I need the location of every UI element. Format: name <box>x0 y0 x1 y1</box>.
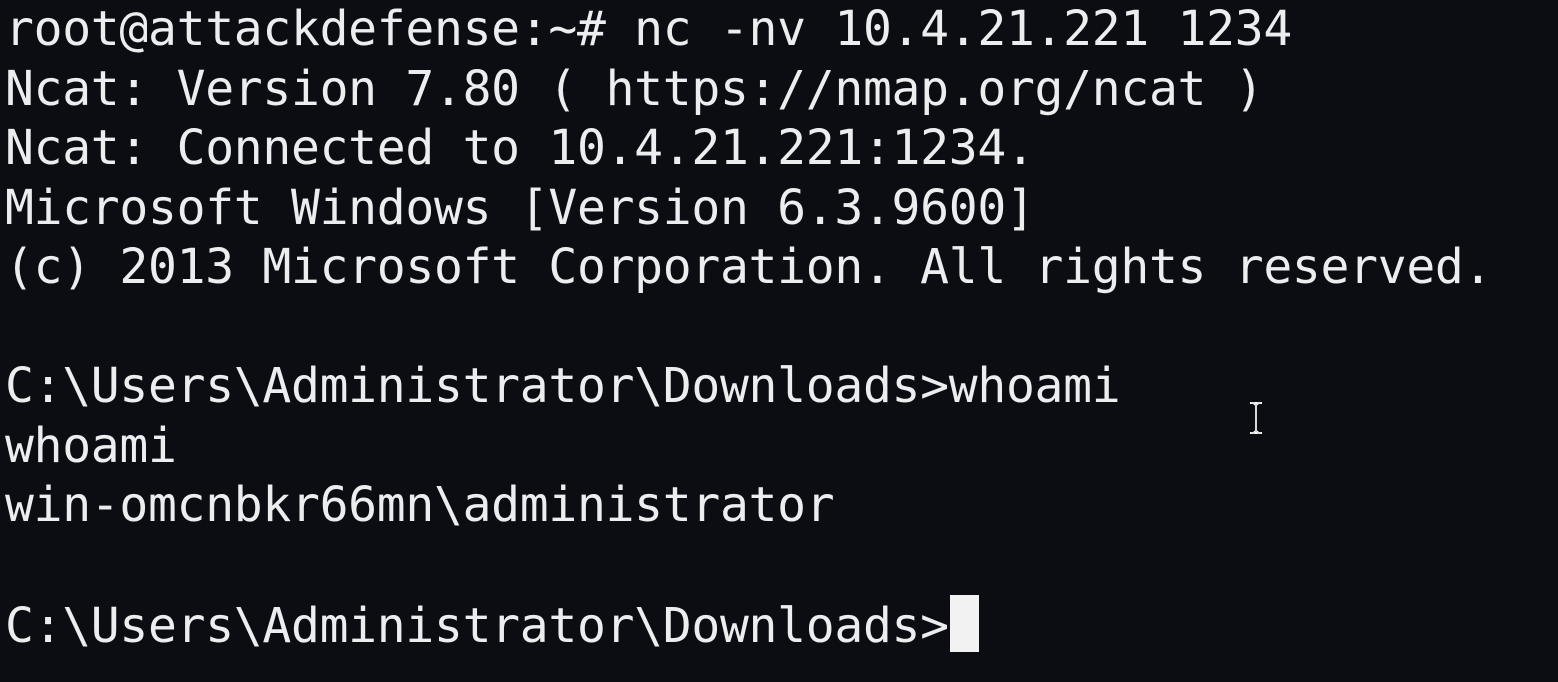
terminal-line: Microsoft Windows [Version 6.3.9600] <box>5 179 1035 236</box>
terminal-line: (c) 2013 Microsoft Corporation. All righ… <box>5 239 1493 295</box>
terminal-line: Ncat: Version 7.80 ( https://nmap.org/nc… <box>5 60 1264 117</box>
text-ibeam-icon <box>1250 402 1262 434</box>
terminal-line: C:\Users\Administrator\Downloads>whoami <box>5 358 1121 414</box>
terminal-line: whoami <box>5 417 177 474</box>
terminal-line: root@attackdefense:~# nc -nv 10.4.21.221… <box>5 1 1292 57</box>
terminal-line: win-omcnbkr66mn\administrator <box>5 477 835 533</box>
terminal-line: Ncat: Connected to 10.4.21.221:1234. <box>5 120 1035 176</box>
text-cursor <box>949 595 979 652</box>
terminal-prompt: C:\Users\Administrator\Downloads> <box>5 598 949 654</box>
terminal-output: root@attackdefense:~# nc -nv 10.4.21.221… <box>5 0 1558 655</box>
terminal-prompt-line[interactable]: C:\Users\Administrator\Downloads> <box>5 595 1558 655</box>
terminal-window[interactable]: root@attackdefense:~# nc -nv 10.4.21.221… <box>0 0 1558 682</box>
